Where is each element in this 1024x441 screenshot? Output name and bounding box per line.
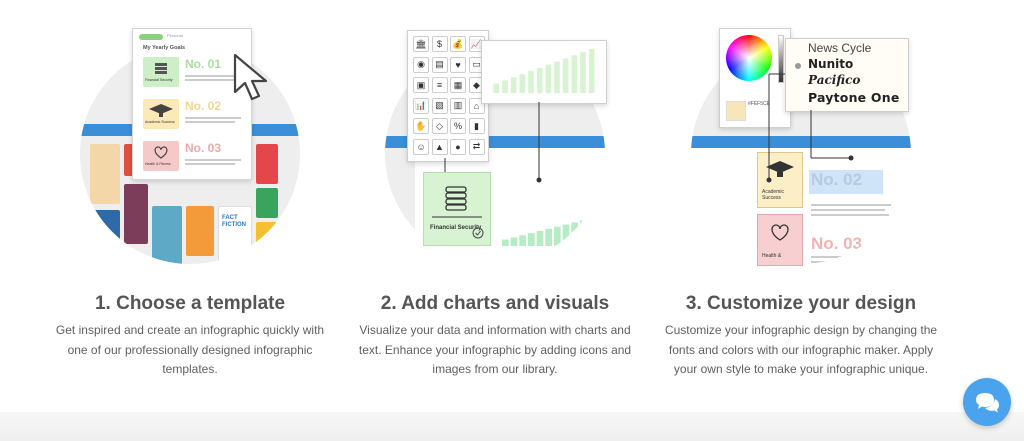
goal-card-health: Health & Fitness bbox=[143, 141, 179, 171]
goal-card-financial: Financial Security bbox=[143, 57, 179, 87]
step-add-charts: 🏛 $ 💰 📈 ◉ ▤ ♥ ▭ ▣ ≡ ▦ ◆ 📊 ▧ ▥ ⌂ ✋ ◇% ▮ ☺ ▲ ● ⇄ Financial Secur… bbox=[345, 0, 645, 410]
goal-label: Financial Security bbox=[145, 78, 173, 82]
bottom-band bbox=[0, 412, 1024, 441]
step-customize-design: No. 02 No. 03 Academic Success Health & … bbox=[651, 0, 951, 410]
template-illustration: FACT FICTION Personal My Yearly Goals Fi… bbox=[80, 28, 300, 264]
coins-icon bbox=[155, 63, 167, 74]
check-circle-icon bbox=[472, 227, 484, 239]
chat-bubbles-icon bbox=[976, 393, 999, 413]
connector-lines bbox=[442, 102, 542, 185]
charts-illustration: 🏛 $ 💰 📈 ◉ ▤ ♥ ▭ ▣ ≡ ▦ ◆ 📊 ▧ ▥ ⌂ ✋ ◇% ▮ ☺ ▲ ● ⇄ Financial Secur… bbox=[385, 28, 607, 264]
hearts-icon bbox=[154, 146, 168, 159]
connector-lines bbox=[766, 73, 854, 183]
step-description: Get inspired and create an infographic q… bbox=[55, 323, 325, 376]
goal-number: No. 02 bbox=[185, 99, 222, 113]
goal-card-academic: Academic Success bbox=[143, 99, 179, 129]
template-tab-label: Personal bbox=[167, 33, 183, 38]
goal-label: Academic Success bbox=[145, 120, 175, 124]
step-description: Visualize your data and information with… bbox=[358, 323, 632, 376]
goal-label: Health & Fitness bbox=[145, 162, 171, 166]
step-title: 1. Choose a template bbox=[94, 293, 286, 314]
financial-security-card: Financial Security bbox=[423, 172, 491, 246]
template-tab-active bbox=[139, 34, 163, 40]
coins-icon bbox=[432, 186, 482, 218]
template-heading: My Yearly Goals bbox=[143, 45, 186, 51]
step-choose-template: FACT FICTION Personal My Yearly Goals Fi… bbox=[40, 0, 340, 410]
fact-fiction-thumb: FACT FICTION bbox=[222, 215, 246, 228]
goal-number: No. 03 bbox=[185, 141, 222, 155]
mouse-pointer-icon bbox=[233, 53, 268, 101]
customize-illustration: No. 02 No. 03 Academic Success Health & … bbox=[691, 28, 911, 266]
goal-number: No. 01 bbox=[185, 57, 222, 71]
chat-button[interactable] bbox=[963, 378, 1011, 426]
step-title: 2. Add charts and visuals bbox=[380, 293, 610, 314]
step-description: Customize your infographic design by cha… bbox=[664, 323, 938, 376]
graduation-cap-icon bbox=[149, 104, 173, 117]
step-title: 3. Customize your design bbox=[685, 293, 917, 314]
